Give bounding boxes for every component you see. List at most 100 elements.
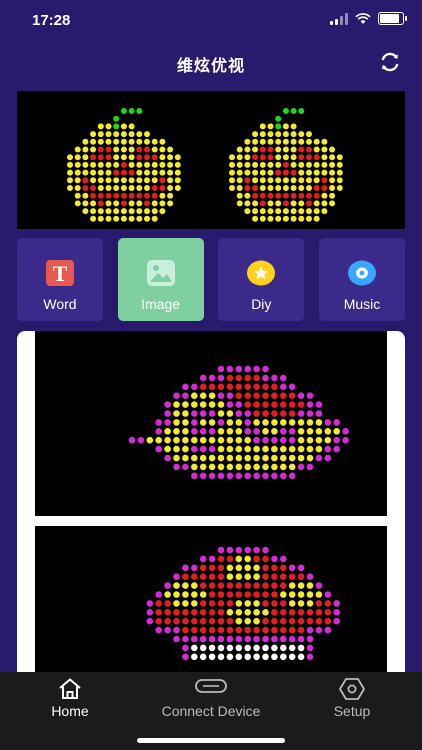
- led-dot: [191, 564, 198, 572]
- led-dot: [226, 383, 234, 391]
- led-dot: [262, 573, 269, 580]
- led-dot: [208, 600, 216, 607]
- led-dot: [252, 215, 259, 222]
- led-dot: [120, 192, 127, 199]
- led-dot: [313, 208, 320, 215]
- led-dot: [155, 600, 162, 607]
- led-dot: [235, 546, 243, 554]
- led-dot: [155, 436, 162, 444]
- led-dot: [280, 374, 287, 382]
- led-dot: [280, 582, 287, 589]
- led-dot: [191, 410, 198, 417]
- led-dot: [120, 208, 127, 215]
- led-dot: [315, 436, 323, 444]
- led-dot: [282, 215, 289, 222]
- led-dot: [288, 635, 296, 643]
- led-dot: [105, 200, 112, 207]
- led-dot: [262, 626, 269, 634]
- led-dot: [90, 200, 97, 207]
- led-dot: [253, 564, 260, 572]
- led-dot: [282, 177, 289, 184]
- mode-button-word[interactable]: T Word: [17, 238, 103, 321]
- led-dot: [217, 365, 225, 373]
- led-dot: [235, 436, 243, 444]
- led-dot: [151, 177, 158, 184]
- led-dot: [275, 131, 282, 138]
- led-dot: [113, 161, 120, 168]
- led-dot: [164, 410, 171, 417]
- led-dot: [315, 410, 323, 417]
- led-dot: [298, 185, 305, 191]
- led-dot: [333, 436, 341, 444]
- led-dot: [97, 154, 104, 161]
- led-dot: [97, 169, 104, 176]
- mode-buttons: T Word Image Diy Music: [17, 238, 405, 321]
- led-dot: [235, 600, 243, 607]
- led-dot: [229, 169, 235, 176]
- led-dot: [182, 573, 189, 580]
- led-dot: [199, 609, 207, 616]
- led-dot: [82, 146, 89, 153]
- led-dot: [252, 177, 259, 184]
- led-dot: [208, 644, 216, 652]
- led-dot: [244, 472, 251, 480]
- led-dot: [144, 169, 150, 176]
- led-dot: [290, 146, 297, 153]
- led-dot: [271, 392, 278, 399]
- led-dot: [191, 635, 198, 643]
- led-dot: [262, 374, 269, 382]
- led-dot: [288, 454, 296, 462]
- led-dot: [253, 392, 260, 399]
- led-dot: [182, 582, 189, 589]
- led-dot: [105, 208, 112, 215]
- led-dot: [90, 161, 97, 168]
- led-dot: [259, 185, 266, 191]
- led-dot: [298, 169, 305, 176]
- led-dot: [120, 215, 127, 222]
- led-dot: [321, 177, 328, 184]
- led-dot: [235, 365, 243, 373]
- led-dot: [297, 609, 305, 616]
- led-dot: [151, 215, 158, 222]
- led-dot: [306, 392, 314, 399]
- led-dot: [313, 161, 320, 168]
- led-dot: [173, 392, 180, 399]
- led-dot: [271, 564, 278, 572]
- led-dot: [267, 138, 274, 145]
- led-dot: [151, 161, 158, 168]
- led-dot: [182, 564, 189, 572]
- gallery-item-mushroom-lamp[interactable]: [35, 331, 387, 516]
- tab-connect-device[interactable]: Connect Device: [146, 672, 276, 730]
- led-dot: [226, 609, 234, 616]
- led-dot: [253, 419, 260, 426]
- led-dot: [113, 192, 120, 199]
- gallery-item-mushroom[interactable]: [35, 526, 387, 676]
- led-dot: [306, 154, 312, 161]
- mode-button-diy[interactable]: Diy: [218, 238, 305, 321]
- led-dot: [336, 185, 343, 191]
- led-dot: [306, 617, 314, 625]
- header: 维炫优视: [0, 44, 422, 80]
- led-dot: [288, 472, 296, 480]
- led-dot: [253, 644, 260, 652]
- tab-home[interactable]: Home: [28, 672, 112, 730]
- led-dot: [315, 600, 323, 607]
- led-dot: [208, 383, 216, 391]
- mode-button-image[interactable]: Image: [117, 238, 204, 321]
- refresh-icon[interactable]: [378, 50, 402, 74]
- led-dot: [306, 146, 312, 153]
- led-dot: [226, 600, 234, 607]
- mode-button-music[interactable]: Music: [318, 238, 405, 321]
- led-dot: [120, 169, 127, 176]
- tab-setup[interactable]: Setup: [310, 672, 394, 730]
- led-dot: [253, 445, 260, 453]
- led-dot: [208, 555, 216, 563]
- led-dot: [288, 609, 296, 616]
- led-dot: [217, 573, 225, 580]
- led-dot: [151, 200, 158, 207]
- led-preview-banner[interactable]: [17, 91, 405, 229]
- led-dot: [288, 436, 296, 444]
- image-gallery: [17, 331, 405, 676]
- led-dot: [324, 609, 332, 616]
- led-dot: [253, 463, 260, 471]
